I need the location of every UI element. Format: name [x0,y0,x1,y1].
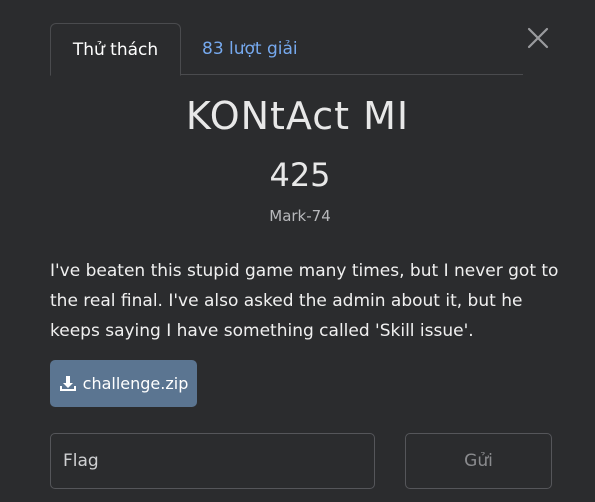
close-button[interactable] [526,26,550,50]
challenge-tabs: Thử thách 83 lượt giải [50,23,523,76]
tab-solves[interactable]: 83 lượt giải [202,23,298,75]
challenge-points: 425 [269,156,331,194]
submit-flag-button[interactable]: Gửi [405,433,552,489]
download-file-label: challenge.zip [82,374,189,393]
tab-challenge[interactable]: Thử thách [50,23,181,76]
challenge-description: I've beaten this stupid game many times,… [50,261,559,341]
flag-input[interactable] [50,433,375,489]
challenge-title: KONtAct MI [185,94,410,138]
tab-solves-label: 83 lượt giải [202,39,298,59]
download-file-button[interactable]: challenge.zip [50,360,197,407]
challenge-author: Mark-74 [269,207,331,225]
tab-challenge-label: Thử thách [72,39,159,60]
challenge-modal: Thử thách 83 lượt giải KONtAct MI 425 Ma… [0,0,595,502]
close-icon [527,27,549,49]
submit-flag-label: Gửi [464,451,493,471]
download-icon [59,375,76,391]
